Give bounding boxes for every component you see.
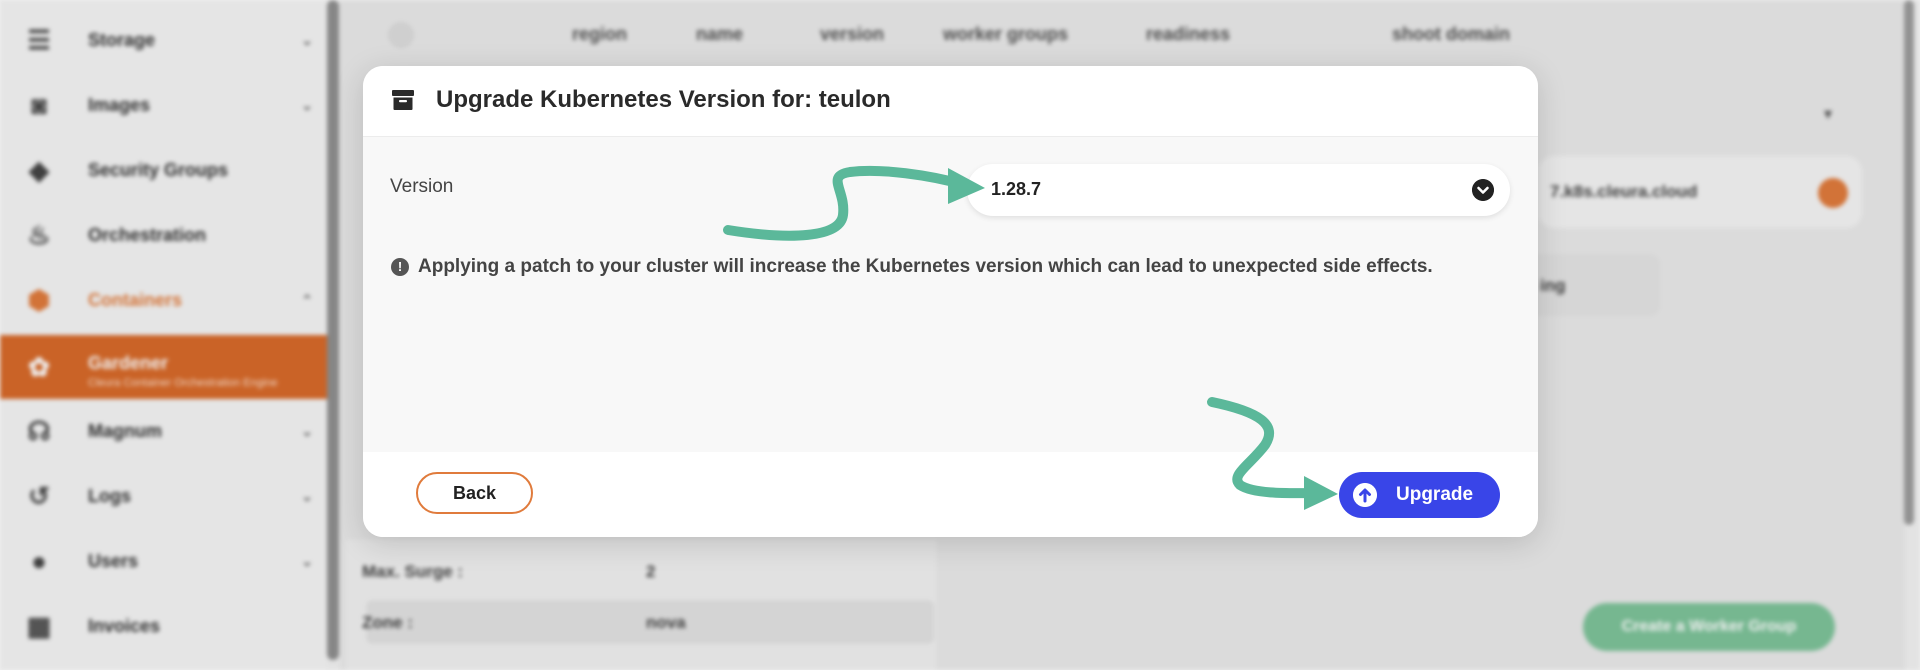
upgrade-version-modal: Upgrade Kubernetes Version for: teulon V… — [363, 66, 1538, 537]
modal-header: Upgrade Kubernetes Version for: teulon — [363, 66, 1538, 136]
version-select[interactable]: 1.28.7 — [967, 164, 1510, 216]
upgrade-button[interactable]: Upgrade — [1339, 472, 1500, 518]
modal-title: Upgrade Kubernetes Version for: teulon — [436, 86, 891, 113]
version-select-value: 1.28.7 — [991, 179, 1042, 199]
warning-message: ! Applying a patch to your cluster will … — [391, 256, 1433, 278]
back-button[interactable]: Back — [416, 472, 533, 514]
chevron-down-icon — [1472, 179, 1494, 201]
upgrade-button-label: Upgrade — [1396, 484, 1474, 505]
modal-footer: Back Upgrade — [363, 452, 1538, 537]
warning-text: Applying a patch to your cluster will in… — [418, 256, 1433, 277]
archive-icon — [392, 90, 414, 110]
version-label: Version — [390, 176, 454, 197]
arrow-up-circle-icon — [1353, 483, 1377, 507]
exclamation-icon: ! — [391, 258, 409, 276]
